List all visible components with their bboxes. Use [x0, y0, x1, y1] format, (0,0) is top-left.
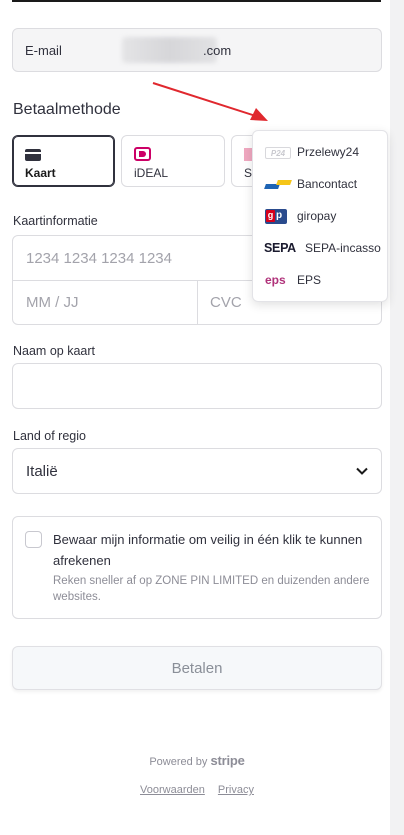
p24-icon: P24 [265, 147, 291, 159]
dropdown-item-label: Bancontact [297, 177, 358, 191]
eps-icon: eps [265, 273, 286, 287]
dropdown-item-label: giropay [297, 209, 337, 223]
expiry-input[interactable]: MM / JJ [26, 294, 79, 311]
dropdown-item-eps[interactable]: eps EPS [253, 265, 387, 297]
card-number-input[interactable]: 1234 1234 1234 1234 [26, 250, 172, 267]
country-select[interactable]: Italië [12, 448, 382, 494]
country-value: Italië [26, 463, 58, 480]
stripe-logo: stripe [210, 753, 245, 768]
dropdown-item-label: SEPA-incasso [305, 241, 381, 255]
divider [197, 280, 198, 325]
save-info-checkbox[interactable] [25, 531, 42, 548]
cardholder-label: Naam op kaart [13, 344, 95, 358]
dropdown-item-giropay[interactable]: giropay [253, 201, 387, 233]
pay-button[interactable]: Betalen [12, 646, 382, 690]
powered-by: Powered by stripe [0, 753, 394, 768]
bancontact-icon [265, 179, 291, 191]
dropdown-item-przelewy24[interactable]: P24 Przelewy24 [253, 137, 387, 169]
powered-by-text: Powered by [149, 756, 208, 768]
save-info-title: Bewaar mijn informatie om veilig in één … [53, 532, 363, 568]
payment-method-dropdown: P24 Przelewy24 Bancontact giropay SEPA S… [252, 130, 388, 302]
sepa-icon: SEPA [264, 241, 296, 255]
chevron-down-icon [356, 467, 368, 475]
terms-link[interactable]: Voorwaarden [140, 784, 205, 796]
privacy-link[interactable]: Privacy [218, 784, 254, 796]
dropdown-item-label: Przelewy24 [297, 145, 360, 159]
footer-links: Voorwaarden Privacy [0, 784, 394, 796]
cvc-input[interactable]: CVC [210, 294, 242, 311]
cardholder-input[interactable] [12, 363, 382, 409]
save-info-subtitle: Reken sneller af op ZONE PIN LIMITED en … [53, 575, 370, 603]
pay-button-label: Betalen [171, 660, 223, 677]
giropay-icon [265, 209, 287, 224]
dropdown-item-label: EPS [297, 273, 322, 287]
dropdown-item-bancontact[interactable]: Bancontact [253, 169, 387, 201]
card-info-label: Kaartinformatie [13, 214, 98, 228]
dropdown-item-sepa[interactable]: SEPA SEPA-incasso [253, 233, 387, 265]
save-info-box: Bewaar mijn informatie om veilig in één … [12, 516, 382, 619]
country-label: Land of regio [13, 429, 86, 443]
